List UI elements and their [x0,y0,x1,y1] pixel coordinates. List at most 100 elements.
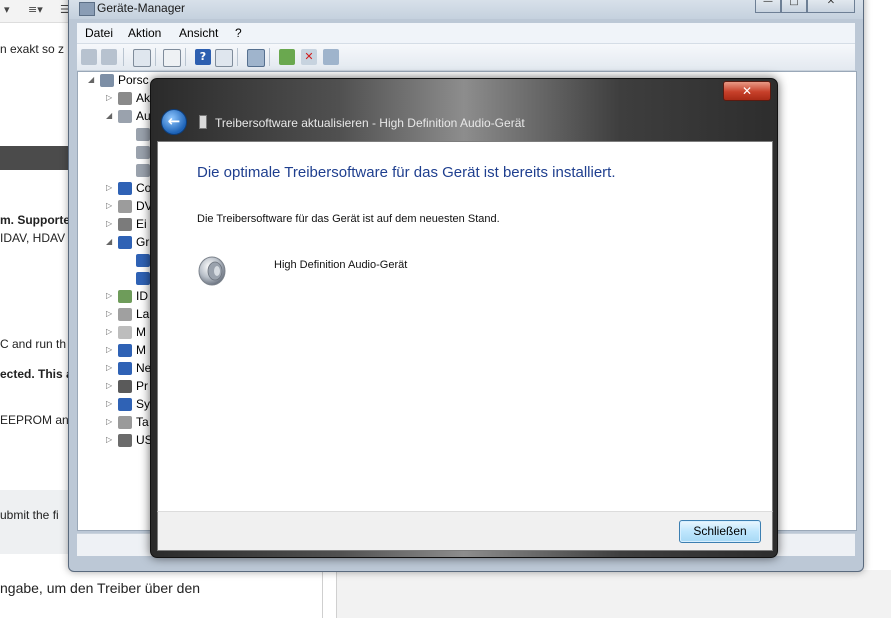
background-text-line: m. Supporte [0,213,71,227]
tree-item[interactable] [78,126,150,144]
tree-expand-icon[interactable]: ▷ [106,291,112,300]
tree-item[interactable]: ▷ ID [78,288,148,306]
dialog-message: Die Treibersoftware für das Gerät ist au… [197,213,500,225]
tree-item[interactable] [78,270,150,288]
tree-item-label: ID [136,289,148,303]
tree-item[interactable] [78,144,150,162]
tree-collapse-icon[interactable]: ◢ [88,75,94,84]
dropdown-arrow-icon[interactable]: ▾ [4,3,10,16]
tree-expand-icon[interactable]: ▷ [106,417,112,426]
toolbar: ? ✕ [77,44,855,71]
device-manager-icon [79,2,95,16]
tree-item[interactable] [78,162,150,180]
tree-expand-icon[interactable]: ▷ [106,435,112,444]
ide-controller-icon [118,290,132,303]
speaker-small-icon [136,146,150,159]
tree-item[interactable]: ▷ Pr [78,378,148,396]
toolbar-separator [237,48,238,66]
battery-icon [118,92,132,105]
background-divider [322,570,323,618]
forward-icon[interactable] [101,49,117,65]
tree-item[interactable]: ▷ Ta [78,414,149,432]
menu-help[interactable]: ? [235,26,242,40]
tree-item[interactable]: ▷ M [78,342,148,360]
background-text-line: ubmit the fi [0,508,59,522]
uninstall-icon[interactable] [323,49,339,65]
menu-ansicht[interactable]: Ansicht [179,26,218,40]
tree-collapse-icon[interactable]: ◢ [106,237,112,246]
tree-item[interactable]: ▷ DV [78,198,153,216]
back-arrow-icon[interactable]: ← [161,109,187,135]
dialog-title: Treibersoftware aktualisieren - High Def… [215,116,525,130]
speaker-small-icon [136,128,150,141]
tree-expand-icon[interactable]: ▷ [106,381,112,390]
tree-item[interactable] [78,252,150,270]
action-pane-icon[interactable] [215,49,233,67]
tree-item[interactable]: ▷ M [78,324,148,342]
tree-expand-icon[interactable]: ▷ [106,183,112,192]
dialog-content: Die optimale Treibersoftware für das Ger… [157,141,773,513]
device-manager-title: Geräte-Manager [97,1,186,15]
scan-hardware-icon[interactable] [247,49,265,67]
help-icon[interactable]: ? [195,49,211,65]
menu-datei[interactable]: Datei [85,26,113,40]
minimize-button[interactable]: — [755,0,781,13]
properties-icon[interactable] [163,49,181,67]
tree-item-label: Au [136,109,151,123]
dialog-footer: Schließen [157,511,773,551]
toolbar-separator [155,48,156,66]
tree-item-label: La [136,307,150,321]
window-close-button[interactable]: ✕ [807,0,855,13]
speaker-small-icon [136,164,150,177]
tree-item[interactable]: ▷ Co [78,180,151,198]
tree-item[interactable]: ▷ Ei [78,216,148,234]
tree-expand-icon[interactable]: ▷ [106,309,112,318]
usb-icon [118,434,132,447]
align-icon[interactable]: ≡▾ [28,3,43,16]
tree-item[interactable]: ◢ Gr [78,234,149,252]
dvd-drive-icon [118,200,132,213]
tree-expand-icon[interactable]: ▷ [106,345,112,354]
tree-expand-icon[interactable]: ▷ [106,327,112,336]
tree-item[interactable]: ▷ US [78,432,153,450]
back-icon[interactable] [81,49,97,65]
tree-item[interactable]: ▷ Sy [78,396,151,414]
speaker-icon [118,110,132,123]
show-hide-tree-icon[interactable] [133,49,151,67]
tree-item[interactable]: ▷ Ne [78,360,151,378]
background-right-pane [336,570,891,618]
tree-item[interactable]: ▷ Ak [78,90,150,108]
tree-item-label: Pr [136,379,148,393]
dialog-heading: Die optimale Treibersoftware für das Ger… [197,164,616,181]
tree-expand-icon[interactable]: ▷ [106,363,112,372]
schliessen-button[interactable]: Schließen [679,520,761,543]
tree-expand-icon[interactable]: ▷ [106,93,112,102]
dialog-close-button[interactable]: ✕ [723,81,771,101]
disable-device-icon[interactable]: ✕ [301,49,317,65]
tree-collapse-icon[interactable]: ◢ [106,111,112,120]
display-adapter-icon [136,254,150,267]
display-adapter-icon [136,272,150,285]
background-text-line: EEPROM an [0,413,69,427]
tree-item[interactable]: ▷ La [78,306,150,324]
computer-icon [100,74,114,87]
tree-expand-icon[interactable]: ▷ [106,399,112,408]
tree-item[interactable]: ◢ Porsc [78,72,149,90]
tree-item-label: Porsc [118,73,149,87]
tree-expand-icon[interactable]: ▷ [106,219,112,228]
monitor-icon [118,344,132,357]
tree-item-label: Sy [136,397,151,411]
tree-item-label: Ta [136,415,149,429]
input-device-icon [118,218,132,231]
menu-aktion[interactable]: Aktion [128,26,161,40]
tree-item[interactable]: ◢ Au [78,108,151,126]
monitor-icon [118,182,132,195]
toolbar-separator [123,48,124,66]
update-driver-icon[interactable] [279,49,295,65]
menu-bar: Datei Aktion Ansicht ? [77,23,855,44]
network-icon [118,362,132,375]
background-text-line: C and run th [0,337,67,351]
tree-expand-icon[interactable]: ▷ [106,201,112,210]
maximize-button[interactable]: □ [781,0,807,13]
device-manager-titlebar[interactable]: Geräte-Manager — □ ✕ [69,0,863,19]
